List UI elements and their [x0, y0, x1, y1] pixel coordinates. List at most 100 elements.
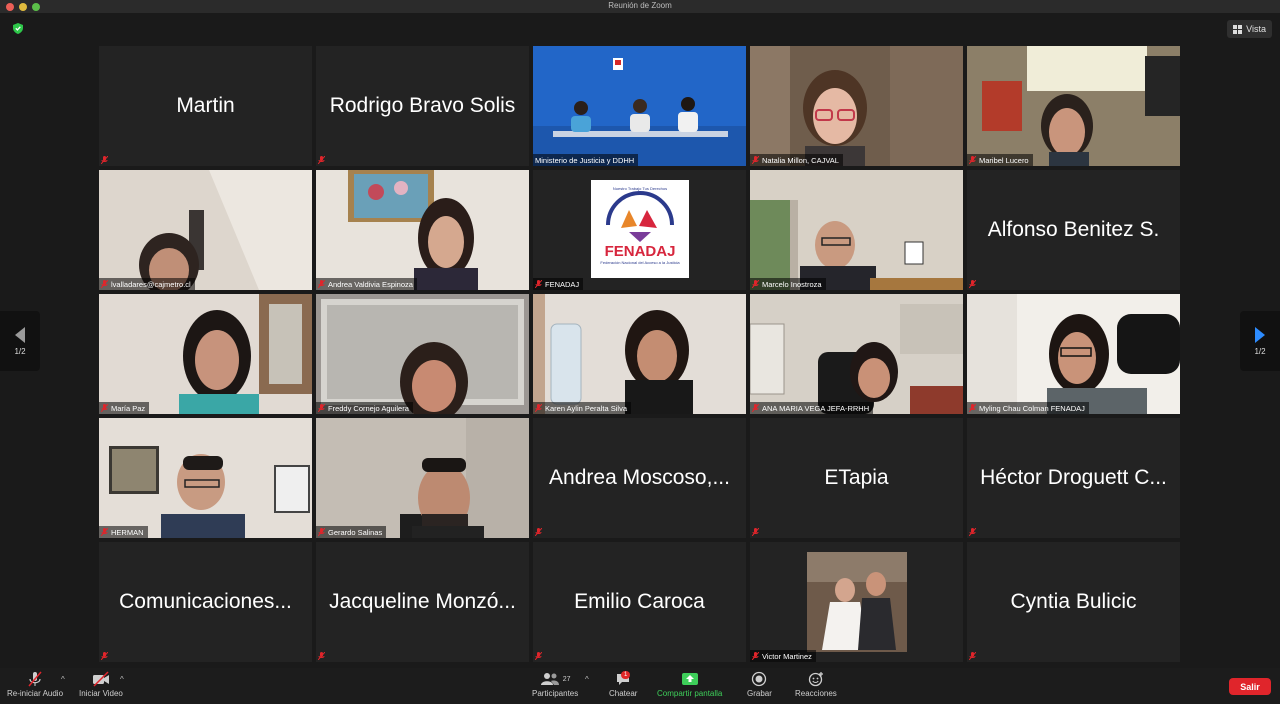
participant-display-name: Comunicaciones... — [119, 590, 292, 613]
participant-video — [316, 170, 529, 290]
video-options-caret-icon[interactable]: ^ — [120, 675, 124, 684]
participant-tile[interactable]: ETapia — [750, 418, 963, 538]
participant-display-name: Alfonso Benitez S. — [987, 218, 1160, 241]
record-label: Grabar — [747, 689, 772, 698]
participant-name: Ministerio de Justicia y DDHH — [535, 155, 635, 165]
participant-tile[interactable]: Freddy Cornejo Aguilera — [316, 294, 529, 414]
leave-meeting-button[interactable]: Salir — [1229, 678, 1271, 695]
next-page-button[interactable]: 1/2 — [1240, 311, 1280, 371]
reactions-label: Reacciones — [795, 689, 837, 698]
start-video-button[interactable]: Iniciar Video — [79, 671, 123, 698]
participant-tile[interactable]: Rodrigo Bravo Solis — [316, 46, 529, 166]
participant-gallery: Martin Rodrigo Bravo Solis Ministerio de… — [99, 46, 1180, 662]
security-shield-icon[interactable] — [13, 23, 23, 34]
share-screen-label: Compartir pantalla — [657, 689, 723, 698]
participant-tile[interactable]: Andrea Valdivia Espinoza — [316, 170, 529, 290]
participants-button[interactable]: 27 Participantes — [532, 671, 578, 698]
participant-label: lvalladares@cajmetro.cl — [99, 278, 195, 290]
participant-video — [750, 46, 963, 166]
participant-name: Natalia Millon, CAJVAL — [762, 155, 839, 165]
view-button[interactable]: Vista — [1227, 20, 1272, 38]
participant-tile[interactable]: Natalia Millon, CAJVAL — [750, 46, 963, 166]
muted-mic-icon — [101, 280, 108, 288]
participants-options-caret-icon[interactable]: ^ — [585, 675, 589, 684]
participant-label — [99, 154, 112, 166]
chat-button[interactable]: 1 Chatear — [609, 671, 637, 698]
title-bar: Reunión de Zoom — [0, 0, 1280, 13]
participant-tile[interactable]: ANA MARIA VEGA JEFA-RRHH — [750, 294, 963, 414]
participant-name: Freddy Cornejo Aguilera — [328, 403, 409, 413]
muted-mic-icon — [535, 280, 542, 288]
muted-mic-icon — [318, 156, 325, 164]
participant-tile[interactable]: HERMAN — [99, 418, 312, 538]
participant-label — [533, 526, 546, 538]
participant-name: María Paz — [111, 403, 146, 413]
participant-tile[interactable]: Andrea Moscoso,... — [533, 418, 746, 538]
participant-label: Andrea Valdivia Espinoza — [316, 278, 417, 290]
participant-tile[interactable]: Emilio Caroca — [533, 542, 746, 662]
participant-video — [99, 418, 312, 538]
audio-options-caret-icon[interactable]: ^ — [61, 675, 65, 684]
muted-mic-icon — [318, 280, 325, 288]
participant-name: Maribel Lucero — [979, 155, 1029, 165]
participant-display-name: Martin — [176, 94, 235, 117]
participant-video — [99, 294, 312, 414]
restart-audio-label: Re-iniciar Audio — [7, 689, 64, 698]
muted-mic-icon — [101, 156, 108, 164]
participant-label: Ministerio de Justicia y DDHH — [533, 154, 639, 166]
participant-label: FENADAJ — [533, 278, 584, 290]
participant-tile[interactable]: lvalladares@cajmetro.cl — [99, 170, 312, 290]
participants-icon — [540, 673, 559, 685]
participant-video — [316, 294, 529, 414]
logo-text: FENADAJ — [605, 243, 676, 260]
previous-page-button[interactable]: 1/2 — [0, 311, 40, 371]
muted-mic-icon — [969, 280, 976, 288]
participant-label: Natalia Millon, CAJVAL — [750, 154, 843, 166]
participant-label: Freddy Cornejo Aguilera — [316, 402, 413, 414]
muted-mic-icon — [752, 280, 759, 288]
window-title: Reunión de Zoom — [608, 1, 672, 10]
participant-tile[interactable]: Karen Aylin Peralta Silva — [533, 294, 746, 414]
participant-name: Andrea Valdivia Espinoza — [328, 279, 413, 289]
participant-tile[interactable]: Cyntia Bulicic — [967, 542, 1180, 662]
participant-tile[interactable]: Héctor Droguett C... — [967, 418, 1180, 538]
muted-microphone-icon — [28, 671, 42, 687]
participant-tile[interactable]: Alfonso Benitez S. — [967, 170, 1180, 290]
reactions-button[interactable]: Reacciones — [795, 671, 837, 698]
muted-mic-icon — [969, 156, 976, 164]
participant-display-name: Cyntia Bulicic — [1010, 590, 1137, 613]
participant-tile[interactable]: FENADAJ Federación Nacional del Acceso a… — [533, 170, 746, 290]
participant-name: Gerardo Salinas — [328, 527, 383, 537]
participant-tile[interactable]: Comunicaciones... — [99, 542, 312, 662]
conference-video — [533, 46, 746, 166]
meeting-area: Vista 1/2 1/2 Martin Rodrigo Bravo Solis — [0, 13, 1280, 668]
participant-label: HERMAN — [99, 526, 148, 538]
participant-label: Victor Martinez — [750, 650, 816, 662]
fenadaj-logo-image: FENADAJ Federación Nacional del Acceso a… — [533, 170, 746, 290]
participant-tile[interactable]: María Paz — [99, 294, 312, 414]
participant-tile[interactable]: Myling Chau Colman FENADAJ — [967, 294, 1180, 414]
participant-tile[interactable]: Martin — [99, 46, 312, 166]
participant-tile[interactable]: Victor Martinez — [750, 542, 963, 662]
participant-video — [750, 170, 963, 290]
muted-mic-icon — [752, 404, 759, 412]
participant-label — [967, 526, 980, 538]
participant-video — [99, 170, 312, 290]
participant-label: ANA MARIA VEGA JEFA-RRHH — [750, 402, 874, 414]
right-arrow-icon — [1255, 326, 1265, 343]
participant-tile[interactable]: Gerardo Salinas — [316, 418, 529, 538]
muted-mic-icon — [752, 528, 759, 536]
left-arrow-icon — [15, 326, 25, 343]
record-button[interactable]: Grabar — [747, 671, 772, 698]
participant-tile[interactable]: Jacqueline Monzó... — [316, 542, 529, 662]
participant-label — [316, 650, 329, 662]
muted-mic-icon — [969, 652, 976, 660]
participant-tile[interactable]: Marcelo Inostroza — [750, 170, 963, 290]
meeting-toolbar: Re-iniciar Audio ^ Iniciar Video ^ 27 Pa… — [0, 668, 1280, 704]
participant-tile[interactable]: Maribel Lucero — [967, 46, 1180, 166]
share-screen-button[interactable]: Compartir pantalla — [657, 671, 722, 698]
muted-mic-icon — [318, 652, 325, 660]
participant-tile-active-speaker[interactable]: Ministerio de Justicia y DDHH — [533, 46, 746, 166]
restart-audio-button[interactable]: Re-iniciar Audio — [7, 671, 63, 698]
page-indicator-right: 1/2 — [1254, 346, 1266, 356]
